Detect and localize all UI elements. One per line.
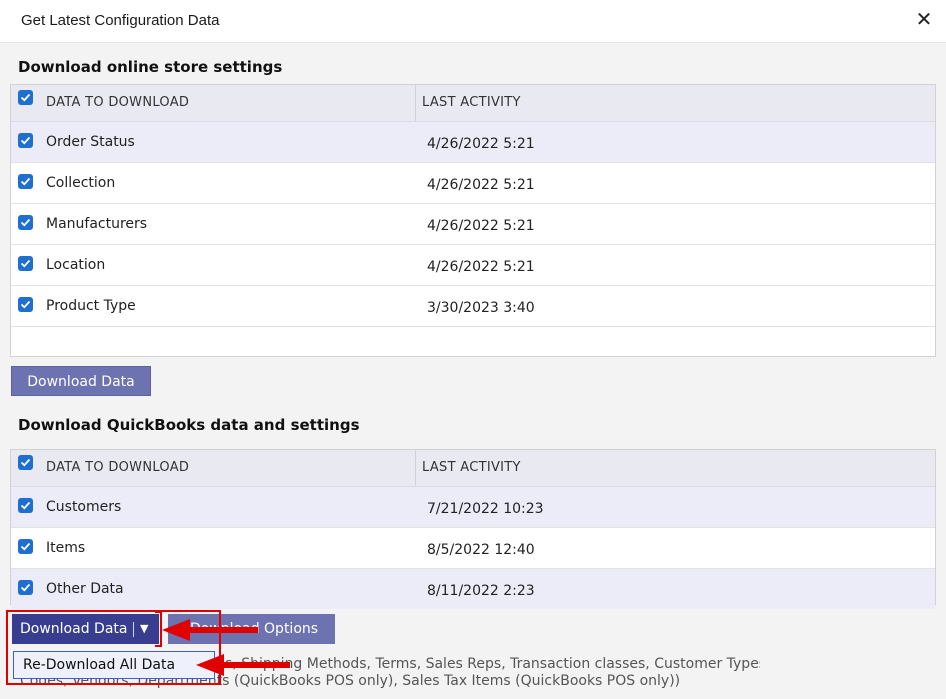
annotation-arrow-icon bbox=[196, 654, 290, 676]
row-data-name: Items bbox=[46, 540, 86, 556]
row-data-name: Collection bbox=[46, 175, 116, 191]
store-settings-grid: DATA TO DOWNLOAD LAST ACTIVITY Order Sta… bbox=[10, 84, 936, 357]
quickbooks-section-title: Download QuickBooks data and settings bbox=[18, 416, 360, 434]
table-row[interactable]: Other Data 8/11/2022 2:23 bbox=[11, 569, 935, 609]
select-all-checkbox[interactable] bbox=[18, 455, 33, 470]
row-last-activity: 7/21/2022 10:23 bbox=[427, 501, 544, 517]
window-title: Get Latest Configuration Data bbox=[21, 12, 220, 29]
row-data-name: Other Data bbox=[46, 581, 124, 597]
row-checkbox[interactable] bbox=[18, 539, 33, 554]
row-checkbox[interactable] bbox=[18, 133, 33, 148]
row-checkbox[interactable] bbox=[18, 580, 33, 595]
annotation-arrow-icon bbox=[162, 619, 258, 641]
row-last-activity: 8/5/2022 12:40 bbox=[427, 542, 535, 558]
table-row[interactable]: Customers 7/21/2022 10:23 bbox=[11, 487, 935, 528]
quickbooks-data-grid: DATA TO DOWNLOAD LAST ACTIVITY Customers… bbox=[10, 449, 936, 609]
grid-header: DATA TO DOWNLOAD LAST ACTIVITY bbox=[11, 85, 935, 122]
table-row[interactable]: Collection 4/26/2022 5:21 bbox=[11, 163, 935, 204]
title-bar: Get Latest Configuration Data ✕ bbox=[0, 0, 946, 43]
download-store-data-button[interactable]: Download Data bbox=[11, 366, 151, 396]
table-row[interactable]: Manufacturers 4/26/2022 5:21 bbox=[11, 204, 935, 245]
table-row[interactable]: Order Status 4/26/2022 5:21 bbox=[11, 122, 935, 163]
store-section-title: Download online store settings bbox=[18, 58, 283, 76]
row-last-activity: 4/26/2022 5:21 bbox=[427, 177, 535, 193]
row-last-activity: 4/26/2022 5:21 bbox=[427, 259, 535, 275]
close-icon[interactable]: ✕ bbox=[912, 8, 936, 32]
grid-header: DATA TO DOWNLOAD LAST ACTIVITY bbox=[11, 450, 935, 487]
column-divider bbox=[415, 450, 416, 486]
row-data-name: Manufacturers bbox=[46, 216, 148, 232]
column-divider bbox=[415, 85, 416, 121]
row-checkbox[interactable] bbox=[18, 297, 33, 312]
column-header-data[interactable]: DATA TO DOWNLOAD bbox=[46, 460, 189, 475]
row-data-name: Location bbox=[46, 257, 106, 273]
row-last-activity: 4/26/2022 5:21 bbox=[427, 218, 535, 234]
row-checkbox[interactable] bbox=[18, 498, 33, 513]
table-row[interactable]: Location 4/26/2022 5:21 bbox=[11, 245, 935, 286]
select-all-checkbox[interactable] bbox=[18, 90, 33, 105]
table-row[interactable]: Product Type 3/30/2023 3:40 bbox=[11, 286, 935, 327]
column-header-last-activity[interactable]: LAST ACTIVITY bbox=[422, 460, 521, 475]
column-header-last-activity[interactable]: LAST ACTIVITY bbox=[422, 95, 521, 110]
column-header-data[interactable]: DATA TO DOWNLOAD bbox=[46, 95, 189, 110]
row-checkbox[interactable] bbox=[18, 174, 33, 189]
row-last-activity: 4/26/2022 5:21 bbox=[427, 136, 535, 152]
row-data-name: Order Status bbox=[46, 134, 135, 150]
row-checkbox[interactable] bbox=[18, 256, 33, 271]
table-row[interactable]: Items 8/5/2022 12:40 bbox=[11, 528, 935, 569]
row-data-name: Product Type bbox=[46, 298, 136, 314]
row-last-activity: 3/30/2023 3:40 bbox=[427, 300, 535, 316]
row-data-name: Customers bbox=[46, 499, 122, 515]
row-checkbox[interactable] bbox=[18, 215, 33, 230]
row-last-activity: 8/11/2022 2:23 bbox=[427, 583, 535, 599]
